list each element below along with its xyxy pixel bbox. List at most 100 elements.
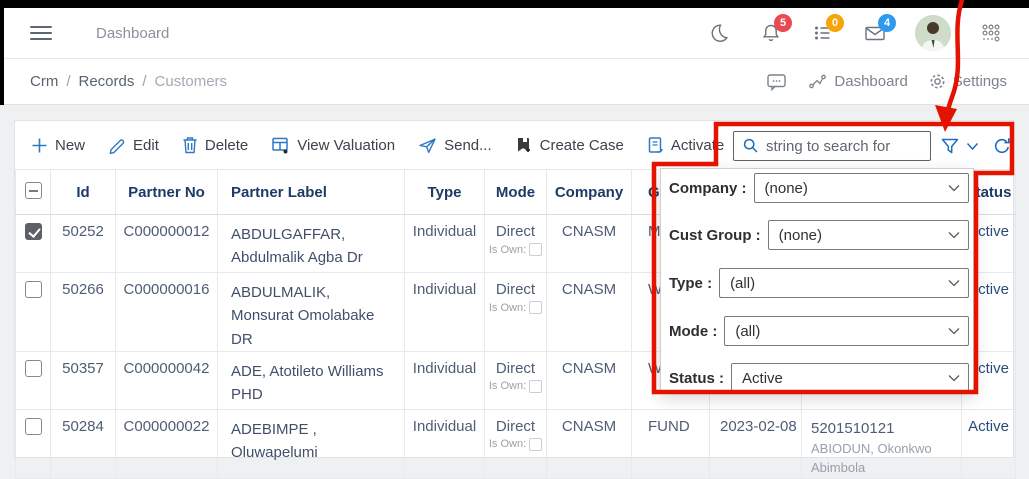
cell-type: Individual (404, 272, 485, 352)
search-icon (743, 138, 758, 153)
cell-company: CNASM (546, 214, 632, 273)
cell-partner-label: ABDULGAFFAR, Abdulmalik Agba Dr (217, 214, 405, 273)
notifications-bell-icon[interactable]: 5 (759, 14, 792, 45)
send-icon (419, 138, 436, 153)
is-own-checkbox[interactable] (529, 301, 543, 314)
send-button-label: Send... (444, 136, 492, 154)
edit-button-label: Edit (133, 136, 159, 154)
filter-row-mode: Mode : (all) (669, 316, 969, 346)
mode-filter-label: Mode : (669, 322, 718, 340)
cell-company: CNASM (546, 272, 632, 352)
cell-company: CNASM (546, 350, 632, 410)
chevron-down-icon (948, 185, 960, 192)
chevron-down-icon (948, 328, 960, 335)
cell-id: 50284 (50, 408, 116, 479)
edit-button[interactable]: Edit (108, 136, 159, 154)
table-icon (272, 137, 288, 154)
activate-button-label: Activate (670, 136, 725, 154)
select-all-checkbox[interactable] (24, 181, 42, 199)
cust-group-filter-select[interactable]: (none) (767, 220, 969, 250)
tasks-badge: 0 (826, 14, 844, 32)
filter-row-type: Type : (all) (669, 268, 969, 298)
cell-id: 50266 (50, 272, 116, 352)
filter-dropdown-panel: Company : (none) Cust Group : (none) Typ… (660, 168, 974, 393)
cell-mode: Direct Is Own: (484, 408, 547, 479)
mode-filter-select[interactable]: (all) (724, 316, 969, 346)
is-own-label: Is Own: (488, 438, 527, 451)
new-button-label: New (55, 136, 86, 154)
tasks-list-icon[interactable]: 0 (811, 14, 844, 45)
breadcrumb-crm[interactable]: Crm (30, 73, 58, 90)
row-checkbox[interactable] (24, 417, 42, 435)
filter-funnel-icon[interactable] (940, 136, 960, 156)
company-filter-select[interactable]: (none) (753, 173, 969, 203)
cell-partner-no: C000000012 (115, 214, 218, 273)
create-case-button[interactable]: Create Case (515, 136, 624, 154)
cell-group: FUND (631, 408, 710, 479)
cell-type: Individual (404, 214, 485, 273)
case-plus-icon (517, 138, 530, 152)
crm-customers-page: Dashboard 5 0 4 Crm / Records / Customer… (0, 0, 1029, 479)
cell-type: Individual (404, 408, 485, 479)
account-name: ABIODUN, Okonkwo Abimbola (811, 441, 932, 476)
row-checkbox[interactable] (24, 223, 42, 240)
user-avatar[interactable] (915, 15, 951, 51)
document-icon (648, 137, 663, 153)
refresh-icon[interactable] (992, 136, 1012, 156)
type-filter-select[interactable]: (all) (719, 268, 969, 298)
view-valuation-button[interactable]: View Valuation (271, 136, 395, 154)
cell-id: 50357 (50, 350, 116, 410)
table-row[interactable]: 50284 C000000022 ADEBIMPE , Oluwapelumi … (15, 408, 1016, 479)
activate-button[interactable]: Activate (647, 136, 724, 154)
dashboard-link[interactable]: Dashboard (808, 73, 908, 91)
search-box (733, 131, 931, 161)
delete-button-label: Delete (204, 136, 249, 154)
row-checkbox[interactable] (24, 281, 42, 298)
status-filter-select[interactable]: Active (731, 363, 969, 393)
is-own-label: Is Own: (488, 301, 527, 314)
cell-partner-label: ADE, Atotileto Williams PHD (217, 350, 405, 410)
view-valuation-label: View Valuation (297, 136, 396, 154)
filter-row-status: Status : Active (669, 363, 969, 393)
search-input[interactable] (766, 137, 924, 155)
gear-icon (930, 74, 945, 89)
action-toolbar: New Edit Delete View Valuation Send... C… (15, 121, 1013, 169)
feedback-chat-icon[interactable] (766, 72, 788, 92)
cell-partner-label: ABDULMALIK, Monsurat Omolabake DR (217, 272, 405, 352)
is-own-checkbox[interactable] (529, 437, 543, 451)
new-button[interactable]: New (31, 137, 85, 154)
filter-chevron-down-icon[interactable] (966, 142, 979, 151)
settings-link[interactable]: Settings (928, 72, 1007, 91)
mail-icon[interactable]: 4 (863, 14, 896, 45)
plus-icon (32, 138, 47, 152)
hamburger-menu-icon[interactable] (30, 22, 52, 44)
col-header-partner-no[interactable]: Partner No (115, 169, 218, 215)
chevron-down-icon (948, 232, 960, 239)
col-header-company[interactable]: Company (546, 169, 632, 215)
apps-grid-icon[interactable] (979, 21, 1003, 45)
is-own-label: Is Own: (488, 243, 527, 256)
breadcrumb-records[interactable]: Records (79, 73, 135, 90)
dark-mode-moon-icon[interactable] (707, 21, 731, 45)
col-header-id[interactable]: Id (50, 169, 116, 215)
breadcrumb-actions: Dashboard Settings (766, 72, 1007, 92)
is-own-checkbox[interactable] (529, 379, 543, 393)
is-own-checkbox[interactable] (529, 243, 543, 256)
row-checkbox[interactable] (24, 359, 42, 377)
company-filter-label: Company : (669, 179, 747, 197)
delete-button[interactable]: Delete (182, 136, 248, 154)
breadcrumb-separator: / (66, 73, 71, 90)
chevron-down-icon (948, 280, 960, 287)
page-title: Dashboard (96, 24, 170, 42)
screenshot-left-strip (0, 0, 4, 105)
trash-icon (183, 137, 197, 154)
col-header-mode[interactable]: Mode (484, 169, 547, 215)
cell-id: 50252 (50, 214, 116, 273)
pencil-icon (109, 139, 125, 154)
col-header-type[interactable]: Type (404, 169, 485, 215)
col-header-partner-label[interactable]: Partner Label (217, 169, 405, 215)
topbar-actions: 5 0 4 (707, 14, 1003, 51)
cell-mode: Direct Is Own: (484, 214, 547, 273)
cell-type: Individual (404, 350, 485, 410)
send-button[interactable]: Send... (418, 137, 492, 154)
